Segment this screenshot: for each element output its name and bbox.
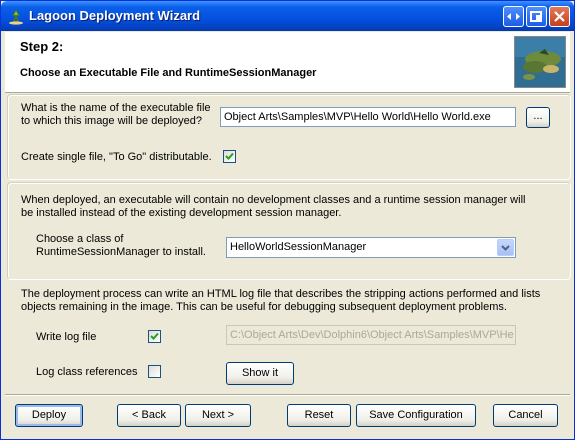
to-go-label: Create single file, "To Go" distributabl…: [21, 151, 212, 163]
checkmark-icon: [225, 152, 234, 160]
browse-button[interactable]: ...: [526, 107, 550, 128]
restore-button[interactable]: [526, 6, 547, 27]
footer-separator: [5, 394, 570, 396]
choose-class-line1: Choose a class of: [36, 233, 124, 245]
log-class-refs-checkbox[interactable]: [148, 365, 161, 378]
restore-icon: [530, 11, 542, 22]
checkmark-icon: [150, 332, 159, 340]
choose-class-line2: RuntimeSessionManager to install.: [36, 246, 206, 258]
log-description-line2: objects remaining in the image. This can…: [21, 301, 507, 313]
dolphin-app-icon: [9, 9, 23, 25]
double-arrow-icon: [507, 13, 520, 20]
exe-question-line2: to which this image will be deployed?: [21, 115, 202, 127]
window-title: Lagoon Deployment Wizard: [29, 8, 201, 23]
step-label: Step 2:: [20, 39, 64, 54]
selected-session-manager: HelloWorldSessionManager: [230, 241, 367, 253]
back-button[interactable]: < Back: [117, 404, 181, 427]
session-description-line1: When deployed, an executable will contai…: [21, 194, 526, 206]
write-log-checkbox[interactable]: [148, 330, 161, 343]
log-path-input: C:\Object Arts\Dev\Dolphin6\Object Arts\…: [226, 325, 516, 345]
show-it-button[interactable]: Show it: [226, 362, 294, 385]
exe-path-input[interactable]: Object Arts\Samples\MVP\Hello World\Hell…: [220, 107, 516, 127]
write-log-label: Write log file: [36, 331, 97, 343]
exe-question-line1: What is the name of the executable file: [21, 102, 211, 114]
deploy-button[interactable]: Deploy: [15, 404, 83, 427]
chevron-down-icon: [501, 245, 510, 251]
wizard-header: Step 2: Choose an Executable File and Ru…: [5, 32, 570, 93]
dropdown-button[interactable]: [497, 239, 514, 256]
lagoon-island-image: [514, 36, 566, 88]
session-description-line2: be installed instead of the existing dev…: [21, 207, 342, 219]
close-icon: [554, 11, 565, 22]
close-button[interactable]: [549, 6, 570, 27]
session-manager-combobox[interactable]: HelloWorldSessionManager: [226, 237, 516, 258]
log-class-refs-label: Log class references: [36, 366, 138, 378]
wizard-window: Lagoon Deployment Wizard Step 2: Choose …: [0, 0, 575, 440]
title-bar[interactable]: Lagoon Deployment Wizard: [1, 1, 574, 31]
next-button[interactable]: Next >: [185, 404, 251, 427]
cancel-button[interactable]: Cancel: [493, 404, 558, 427]
save-configuration-button[interactable]: Save Configuration: [356, 404, 476, 427]
reset-button[interactable]: Reset: [287, 404, 351, 427]
step-subtitle: Choose an Executable File and RuntimeSes…: [20, 67, 317, 79]
to-go-checkbox[interactable]: [223, 150, 236, 163]
log-description-line1: The deployment process can write an HTML…: [21, 288, 541, 300]
help-button[interactable]: [503, 6, 524, 27]
